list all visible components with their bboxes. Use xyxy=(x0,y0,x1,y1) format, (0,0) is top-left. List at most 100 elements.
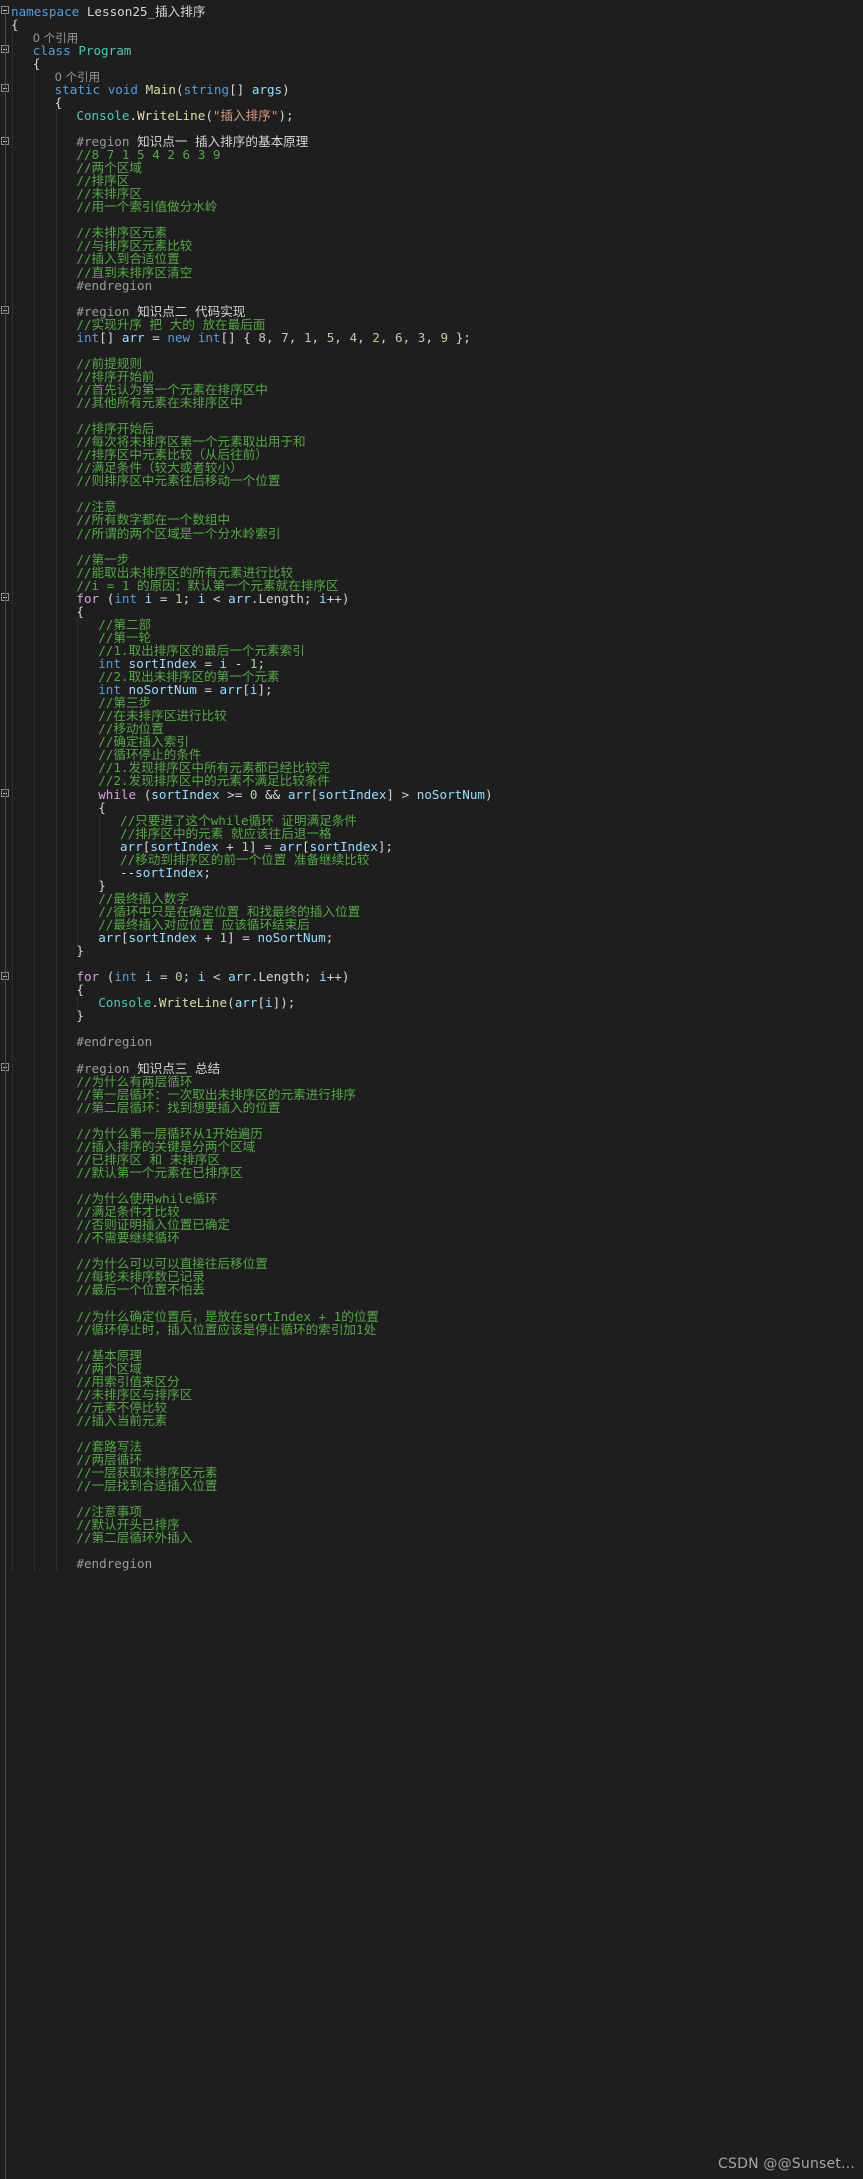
fold-collapse-icon[interactable] xyxy=(1,6,9,14)
code-line[interactable]: //一层找到合适插入位置 xyxy=(76,1477,217,1495)
code-line[interactable]: { xyxy=(11,16,19,34)
code-line[interactable]: for (int i = 0; i < arr.Length; i++) xyxy=(76,968,349,986)
code-line[interactable]: //第二层循环：找到想要插入的位置 xyxy=(76,1099,280,1117)
code-token: args xyxy=(251,81,283,97)
code-line[interactable]: Console.WriteLine("插入排序"); xyxy=(76,107,293,125)
code-line[interactable]: //则排序区中元素往后移动一个位置 xyxy=(76,472,280,490)
code-token: [ xyxy=(120,930,129,946)
code-token: < xyxy=(205,969,229,985)
code-token: //一层找到合适插入位置 xyxy=(76,1478,218,1494)
code-token: ( xyxy=(205,107,213,123)
code-token: [] xyxy=(99,329,122,345)
code-line[interactable]: class Program xyxy=(33,42,132,60)
code-line[interactable]: #endregion xyxy=(76,277,152,295)
code-token: = xyxy=(152,969,175,985)
code-token: //不需要继续循环 xyxy=(76,1230,180,1246)
code-token: i xyxy=(319,969,327,985)
code-token: , xyxy=(357,329,373,345)
code-token: arr xyxy=(228,590,251,606)
code-token: { xyxy=(98,799,106,815)
code-token: ( xyxy=(227,995,235,1011)
code-line[interactable]: for (int i = 1; i < arr.Length; i++) xyxy=(76,590,349,608)
code-line[interactable]: static void Main(string[] args) xyxy=(55,81,290,99)
code-line[interactable]: } xyxy=(76,942,84,960)
code-token: noSortNum xyxy=(416,786,485,802)
code-token: . xyxy=(129,107,138,123)
code-token: ++) xyxy=(326,590,350,606)
code-token: [] { xyxy=(220,329,259,345)
code-editor[interactable]: namespace Lesson25_插入排序{0 个引用 class Progr… xyxy=(0,0,863,2179)
code-token: string xyxy=(183,81,230,97)
code-token: new xyxy=(167,329,191,345)
indent-guide xyxy=(55,109,57,1571)
code-token: , xyxy=(379,329,395,345)
code-line[interactable]: //所谓的两个区域是一个分水岭索引 xyxy=(76,525,280,543)
code-line[interactable]: Console.WriteLine(arr[i]); xyxy=(98,994,295,1012)
code-token: [] xyxy=(229,81,252,97)
code-token: #endregion xyxy=(76,1034,153,1050)
code-line[interactable]: //插入当前元素 xyxy=(76,1412,167,1430)
code-token: //第二层循环外插入 xyxy=(76,1530,193,1546)
code-token: 2 xyxy=(372,329,380,345)
code-token: = xyxy=(144,329,168,345)
code-line[interactable]: --sortIndex; xyxy=(120,864,211,882)
indent-guide xyxy=(33,70,35,1571)
code-line[interactable]: //最后一个位置不怕丢 xyxy=(76,1281,205,1299)
code-token: ( xyxy=(175,81,184,97)
code-token: arr xyxy=(228,969,251,985)
code-token: { xyxy=(32,55,41,71)
code-line[interactable]: //第二层循环外插入 xyxy=(76,1529,192,1547)
code-token: ); xyxy=(278,107,294,123)
code-line[interactable]: #endregion xyxy=(76,1555,152,1573)
code-line[interactable]: int[] arr = new int[] { 8, 7, 1, 5, 4, 2… xyxy=(76,329,470,347)
code-token: sortIndex xyxy=(135,864,204,880)
code-token: { xyxy=(11,16,19,32)
code-token: sortIndex xyxy=(318,786,387,802)
code-token: { xyxy=(76,982,84,998)
code-line[interactable]: } xyxy=(76,1007,84,1025)
code-token: ]; xyxy=(257,682,273,698)
code-token: = xyxy=(196,682,220,698)
indent-guide xyxy=(77,618,79,945)
code-token: , xyxy=(311,329,327,345)
code-token: ; xyxy=(203,864,212,880)
code-line[interactable]: //用一个索引值做分水岭 xyxy=(76,198,217,216)
code-token: Program xyxy=(78,42,132,58)
code-token: .Length; xyxy=(250,590,320,606)
code-token: , xyxy=(288,329,304,345)
code-token: //则排序区中元素往后移动一个位置 xyxy=(76,473,281,489)
code-token: 8 xyxy=(258,329,266,345)
fold-gutter xyxy=(0,0,12,2179)
code-line[interactable]: #endregion xyxy=(76,1033,152,1051)
code-token: 0 xyxy=(175,969,183,985)
code-token: { xyxy=(54,94,63,110)
code-token: ] = xyxy=(227,930,258,946)
code-token: 9 xyxy=(440,329,449,345)
code-line[interactable]: //其他所有元素在未排序区中 xyxy=(76,394,242,412)
code-token: >= xyxy=(219,786,250,802)
code-token: , xyxy=(266,329,282,345)
code-line[interactable]: { xyxy=(33,55,41,73)
code-line[interactable]: { xyxy=(76,603,84,621)
code-token: arr xyxy=(219,682,243,698)
code-line[interactable]: { xyxy=(55,94,63,112)
code-token: arr xyxy=(121,329,145,345)
code-line[interactable]: arr[sortIndex + 1] = noSortNum; xyxy=(98,929,333,947)
code-token: ]; xyxy=(377,838,394,854)
code-line[interactable]: { xyxy=(76,981,84,999)
code-token: [ xyxy=(242,682,250,698)
code-line[interactable]: //默认第一个元素在已排序区 xyxy=(76,1164,242,1182)
code-token: int xyxy=(114,969,138,985)
code-line[interactable]: while (sortIndex >= 0 && arr[sortIndex] … xyxy=(98,786,492,804)
indent-guide xyxy=(12,31,13,1571)
code-line[interactable]: { xyxy=(98,799,106,817)
code-line[interactable]: //循环停止时，插入位置应该是停止循环的索引加1处 xyxy=(76,1321,376,1339)
code-line[interactable]: namespace Lesson25_插入排序 xyxy=(11,3,205,21)
code-line[interactable]: //不需要继续循环 xyxy=(76,1229,179,1247)
code-token: 7 xyxy=(281,329,289,345)
code-token: ) xyxy=(282,81,290,97)
